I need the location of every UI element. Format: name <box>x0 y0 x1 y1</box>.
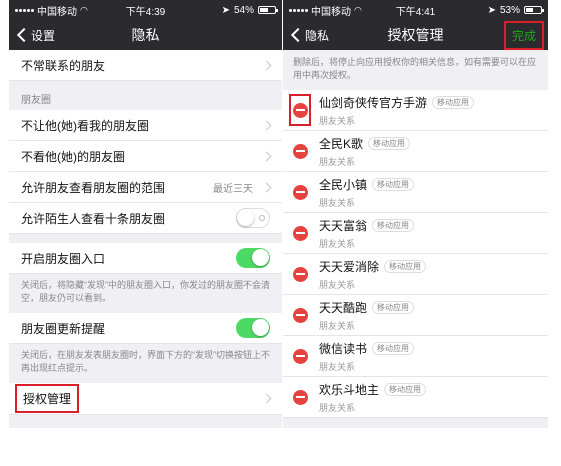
wifi-icon: ◠ <box>354 4 362 15</box>
minus-circle-icon <box>292 143 308 159</box>
minus-circle-icon <box>292 266 308 282</box>
app-name: 全民K歌 <box>319 136 364 151</box>
delete-button[interactable] <box>283 336 317 376</box>
app-type-tag: 移动应用 <box>372 300 415 314</box>
app-type-tag: 移动应用 <box>372 341 415 355</box>
carrier-label: 中国移动 <box>37 6 77 18</box>
nav-bar: 隐私 授权管理 完成 <box>283 20 548 50</box>
app-permission: 朋友关系 <box>319 320 356 331</box>
app-type-tag: 移动应用 <box>384 382 427 396</box>
app-list-item: 仙剑奇侠传官方手游 移动应用朋友关系 <box>283 90 548 131</box>
row-not-contacted[interactable]: 不常联系的朋友 <box>9 50 282 81</box>
app-list-item: 全民K歌 移动应用朋友关系 <box>283 131 548 172</box>
app-list: 仙剑奇侠传官方手游 移动应用 朋友关系 全民K歌 移动应用 朋友关系 全民小镇 移动应用 朋友关… <box>283 90 548 418</box>
chevron-right-icon <box>261 60 272 70</box>
app-type-tag: 移动应用 <box>432 95 475 109</box>
row-moments-update: 朋友圈更新提醒 <box>9 313 282 344</box>
app-type-tag: 移动应用 <box>384 259 427 273</box>
battery-percent: 53% <box>499 4 520 16</box>
delete-button[interactable] <box>283 213 317 253</box>
back-arrow-icon <box>16 27 32 43</box>
minus-circle-icon <box>292 389 308 405</box>
chevron-right-icon <box>261 393 272 404</box>
app-list-item: 全民小镇 移动应用朋友关系 <box>283 172 548 213</box>
app-name: 微信读书 <box>319 341 368 356</box>
delete-button[interactable] <box>283 131 317 171</box>
row-hide-their-moments[interactable]: 不看他(她)的朋友圈 <box>9 141 282 172</box>
app-list-item: 欢乐斗地主 移动应用朋友关系 <box>283 377 548 418</box>
battery-icon <box>258 6 278 14</box>
row-auth-manage[interactable]: 授权管理 <box>9 383 282 415</box>
battery-icon <box>524 6 544 14</box>
minus-circle-icon <box>292 348 308 364</box>
chevron-right-icon <box>261 120 272 130</box>
delete-button[interactable] <box>283 295 317 335</box>
app-list-item: 天天爱消除 移动应用朋友关系 <box>283 254 548 295</box>
row-moments-range[interactable]: 允许朋友查看朋友圈的范围 最近三天 <box>9 172 282 203</box>
app-type-tag: 移动应用 <box>368 136 411 150</box>
auth-manage-screen: 中国移动 ◠ 下午4:41 ➤ 53% 隐私 授权管理 完成 删除后，将停止向应… <box>283 0 548 428</box>
carrier-label: 中国移动 <box>311 6 351 18</box>
minus-circle-icon <box>292 225 308 241</box>
app-type-tag: 移动应用 <box>372 218 415 232</box>
app-name: 全民小镇 <box>319 177 368 192</box>
status-bar: 中国移动 ◠ 下午4:41 ➤ 53% <box>283 0 548 20</box>
signal-icon <box>289 8 308 12</box>
minus-circle-icon <box>292 307 308 323</box>
minus-circle-icon <box>292 102 308 118</box>
moments-range-value: 最近三天 <box>213 183 253 195</box>
app-permission: 朋友关系 <box>319 115 356 126</box>
delete-button[interactable] <box>283 254 317 294</box>
app-permission: 朋友关系 <box>319 238 356 249</box>
auth-description: 删除后，将停止向应用授权你的相关信息，如有需要可以在应用中再次授权。 <box>283 50 548 90</box>
app-name: 仙剑奇侠传官方手游 <box>319 95 428 110</box>
app-name: 天天爱消除 <box>319 259 380 274</box>
app-permission: 朋友关系 <box>319 361 356 372</box>
location-icon: ➤ <box>487 4 496 16</box>
auth-manage-label: 授权管理 <box>15 384 80 413</box>
wifi-icon: ◠ <box>80 4 88 15</box>
app-name: 天天酷跑 <box>319 300 368 315</box>
app-name: 欢乐斗地主 <box>319 382 380 397</box>
chevron-right-icon <box>261 151 272 161</box>
moments-entry-note: 关闭后，将隐藏“发现”中的朋友圈入口，你发过的朋友圈不会清空，朋友仍可以看到。 <box>21 280 270 303</box>
minus-circle-icon <box>292 184 308 200</box>
app-permission: 朋友关系 <box>319 279 356 290</box>
app-type-tag: 移动应用 <box>372 177 415 191</box>
row-moments-entry: 开启朋友圈入口 <box>9 243 282 274</box>
signal-icon <box>15 8 34 12</box>
app-permission: 朋友关系 <box>319 156 356 167</box>
nav-bar: 设置 隐私 <box>9 20 282 50</box>
app-list-item: 天天富翁 移动应用朋友关系 <box>283 213 548 254</box>
delete-button[interactable] <box>283 172 317 212</box>
section-label-moments: 朋友圈 <box>21 95 51 106</box>
done-button[interactable]: 完成 <box>503 20 544 50</box>
app-name: 天天富翁 <box>319 218 368 233</box>
chevron-right-icon <box>261 182 272 192</box>
moments-update-note: 关闭后，在朋友发表朋友圈时，界面下方的“发现”切换按钮上不再出现红点提示。 <box>21 350 270 373</box>
row-stranger-ten: 允许陌生人查看十条朋友圈 <box>9 203 282 234</box>
stranger-ten-toggle[interactable] <box>236 208 270 228</box>
delete-button[interactable] <box>289 94 311 126</box>
moments-entry-toggle[interactable] <box>236 248 270 268</box>
app-list-item: 微信读书 移动应用朋友关系 <box>283 336 548 377</box>
app-permission: 朋友关系 <box>319 402 356 413</box>
app-permission: 朋友关系 <box>319 197 356 208</box>
back-button[interactable]: 设置 <box>9 27 55 44</box>
location-icon: ➤ <box>221 4 230 16</box>
back-button[interactable]: 隐私 <box>283 27 329 44</box>
delete-button[interactable] <box>283 377 317 417</box>
back-arrow-icon <box>290 27 306 43</box>
status-bar: 中国移动 ◠ 下午4:39 ➤ 54% <box>9 0 282 20</box>
app-list-item: 天天酷跑 移动应用朋友关系 <box>283 295 548 336</box>
row-hide-my-moments[interactable]: 不让他(她)看我的朋友圈 <box>9 110 282 141</box>
privacy-screen: 中国移动 ◠ 下午4:39 ➤ 54% 设置 隐私 不常联系的朋友 朋友圈 不让… <box>9 0 282 428</box>
battery-percent: 54% <box>233 4 254 16</box>
moments-update-toggle[interactable] <box>236 318 270 338</box>
